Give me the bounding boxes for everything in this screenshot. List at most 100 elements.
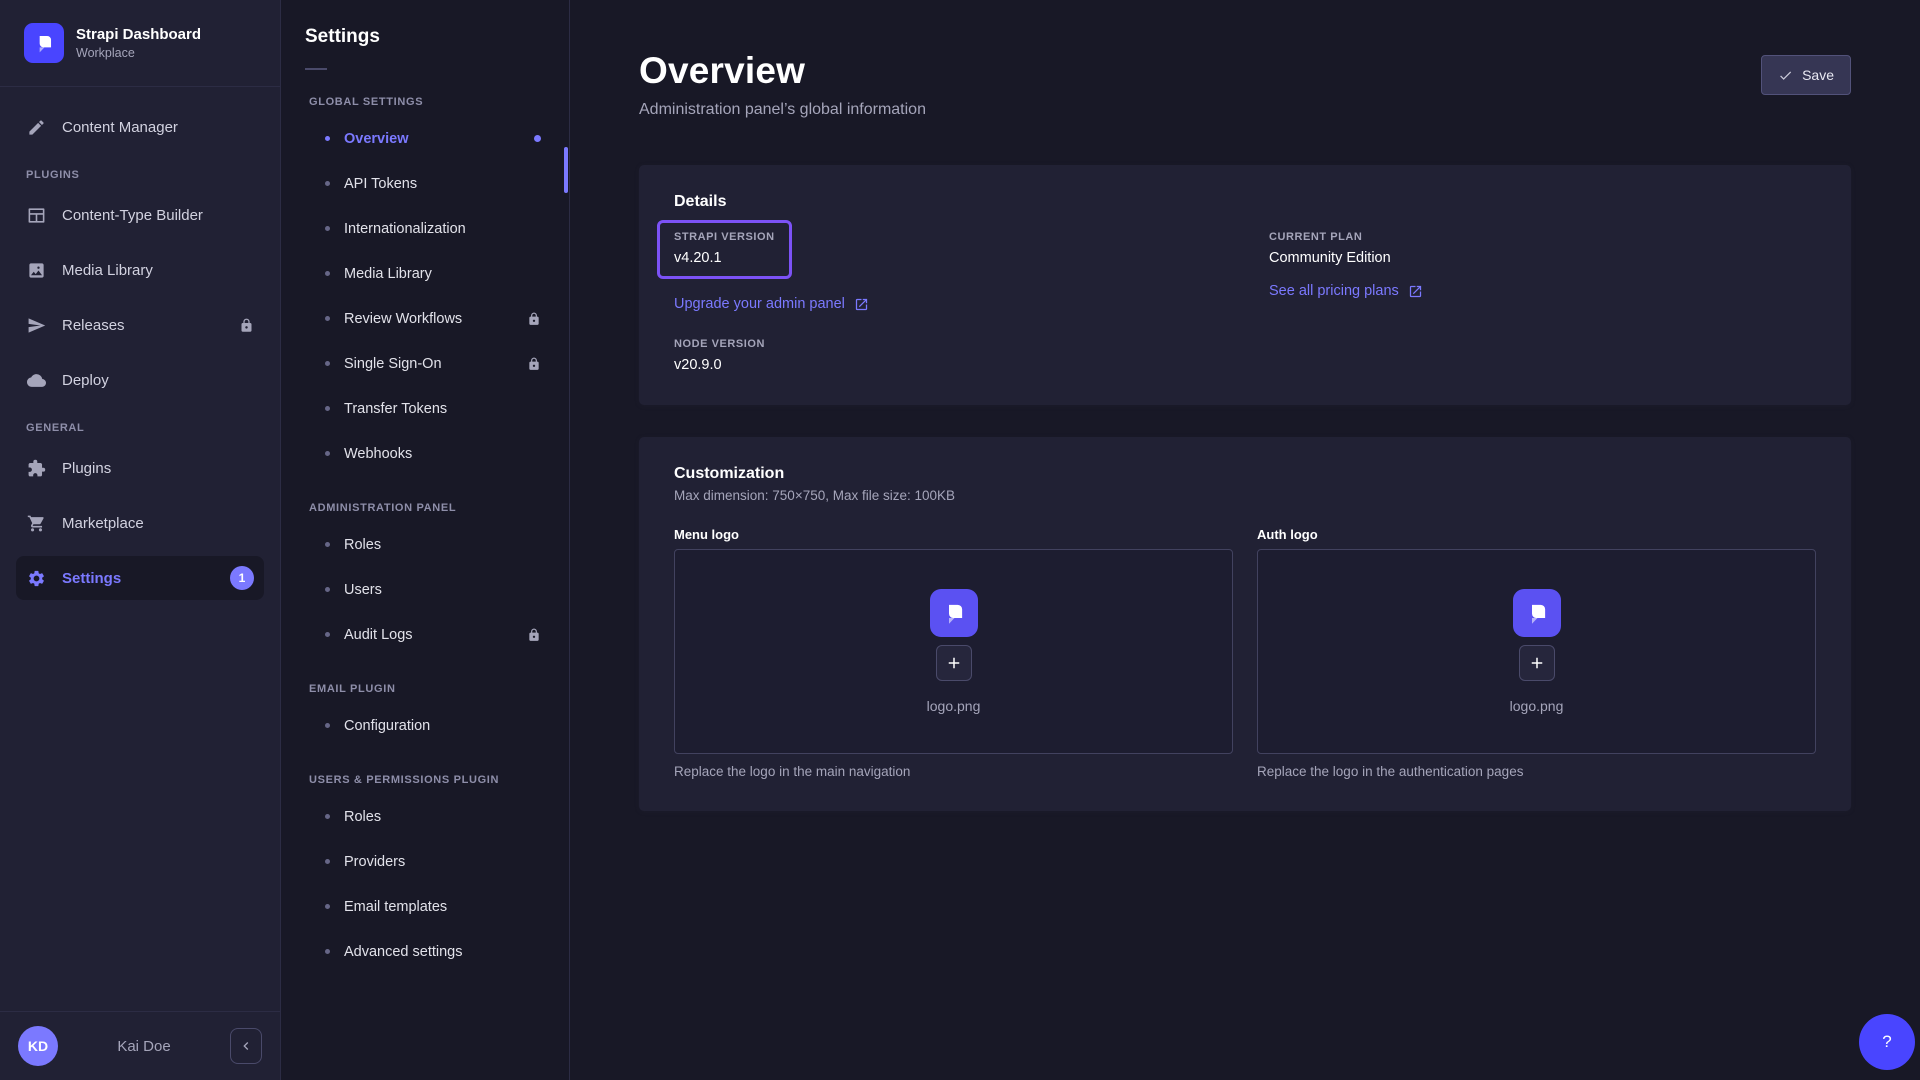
page-header-text: Overview Administration panel’s global i… (639, 50, 926, 119)
auth-logo-dropzone[interactable]: logo.png (1257, 549, 1816, 754)
sidebar-item-deploy[interactable]: Deploy (16, 358, 264, 402)
help-button[interactable]: ? (1859, 1014, 1915, 1070)
subnav-item-advanced-settings[interactable]: Advanced settings (305, 929, 549, 974)
subnav-divider (305, 68, 327, 70)
subnav-item-providers[interactable]: Providers (305, 839, 549, 884)
bullet-icon (325, 949, 330, 954)
user-name: Kai Doe (68, 1038, 220, 1055)
subnav-item-label: Users (344, 582, 382, 598)
lock-icon (527, 357, 541, 371)
plus-icon (1528, 654, 1546, 672)
menu-logo-dropzone[interactable]: logo.png (674, 549, 1233, 754)
subnav-item-email-templates[interactable]: Email templates (305, 884, 549, 929)
subnav-item-label: Roles (344, 809, 381, 825)
gear-icon (26, 568, 46, 588)
details-grid: STRAPI VERSION v4.20.1 Upgrade your admi… (674, 231, 1816, 373)
pricing-plans-link[interactable]: See all pricing plans (1269, 283, 1423, 299)
sidebar-item-releases[interactable]: Releases (16, 303, 264, 347)
auth-logo-label: Auth logo (1257, 527, 1816, 542)
lock-icon (239, 318, 254, 333)
subnav-item-label: Internationalization (344, 221, 466, 237)
subnav-item-configuration[interactable]: Configuration (305, 703, 549, 748)
sidebar-item-media-library[interactable]: Media Library (16, 248, 264, 292)
details-left-column: STRAPI VERSION v4.20.1 Upgrade your admi… (674, 231, 1221, 373)
subnav-item-overview[interactable]: Overview (305, 116, 549, 161)
page-title: Overview (639, 50, 926, 92)
subnav-item-users[interactable]: Users (305, 567, 549, 612)
subnav-item-label: Providers (344, 854, 405, 870)
sidebar-item-marketplace[interactable]: Marketplace (16, 501, 264, 545)
brand-title: Strapi Dashboard (76, 25, 201, 45)
logo-fields-row: Menu logo logo.png Replace the logo in t… (674, 527, 1816, 779)
bullet-icon (325, 181, 330, 186)
sidebar-item-settings[interactable]: Settings 1 (16, 556, 264, 600)
subnav-item-label: Email templates (344, 899, 447, 915)
subnav-item-internationalization[interactable]: Internationalization (305, 206, 549, 251)
sidebar-nav-list: Content Manager PLUGINS Content-Type Bui… (0, 87, 280, 1011)
node-version-label: NODE VERSION (674, 338, 765, 350)
menu-logo-filename: logo.png (927, 698, 981, 714)
sidebar-item-content-manager[interactable]: Content Manager (16, 105, 264, 149)
subnav-item-label: Configuration (344, 718, 430, 734)
subnav-item-up-roles[interactable]: Roles (305, 794, 549, 839)
subnav-item-label: Webhooks (344, 446, 412, 462)
subnav-item-label: Audit Logs (344, 627, 413, 643)
layout-icon (26, 205, 46, 225)
auth-logo-caption: Replace the logo in the authentication p… (1257, 764, 1816, 779)
sidebar-item-label: Plugins (62, 460, 111, 477)
customization-heading: Customization (674, 465, 1816, 483)
sidebar-item-label: Content Manager (62, 119, 178, 136)
customization-subheading: Max dimension: 750×750, Max file size: 1… (674, 488, 1816, 503)
bullet-icon (325, 406, 330, 411)
upgrade-admin-panel-link[interactable]: Upgrade your admin panel (674, 296, 869, 312)
menu-logo-add-button[interactable] (936, 645, 972, 681)
workspace-brand[interactable]: Strapi Dashboard Workplace (0, 0, 280, 87)
avatar[interactable]: KD (18, 1026, 58, 1066)
sidebar-item-content-type-builder[interactable]: Content-Type Builder (16, 193, 264, 237)
check-icon (1778, 68, 1793, 83)
auth-logo-preview-icon (1513, 589, 1561, 637)
subnav-title: Settings (305, 26, 549, 48)
bullet-icon (325, 542, 330, 547)
subnav-item-media-library[interactable]: Media Library (305, 251, 549, 296)
bullet-icon (325, 361, 330, 366)
bullet-icon (325, 316, 330, 321)
lock-icon (527, 312, 541, 326)
strapi-version-highlight: STRAPI VERSION v4.20.1 (657, 220, 792, 279)
sidebar-item-label: Releases (62, 317, 125, 334)
subnav-item-transfer-tokens[interactable]: Transfer Tokens (305, 386, 549, 431)
subnav-scrollbar-thumb[interactable] (564, 147, 568, 193)
subnav-item-webhooks[interactable]: Webhooks (305, 431, 549, 476)
cloud-icon (26, 370, 46, 390)
subnav-item-single-sign-on[interactable]: Single Sign-On (305, 341, 549, 386)
lock-icon (527, 628, 541, 642)
sidebar-item-plugins[interactable]: Plugins (16, 446, 264, 490)
auth-logo-field: Auth logo logo.png Replace the logo in t… (1257, 527, 1816, 779)
strapi-version-label: STRAPI VERSION (674, 231, 775, 243)
subnav-item-admin-roles[interactable]: Roles (305, 522, 549, 567)
app-window: Strapi Dashboard Workplace Content Manag… (0, 0, 1920, 1080)
brand-text: Strapi Dashboard Workplace (76, 25, 201, 61)
node-version-field: NODE VERSION v20.9.0 (674, 338, 765, 373)
save-button-label: Save (1802, 67, 1834, 83)
auth-logo-add-button[interactable] (1519, 645, 1555, 681)
bullet-icon (325, 271, 330, 276)
subnav-item-audit-logs[interactable]: Audit Logs (305, 612, 549, 657)
customization-card: Customization Max dimension: 750×750, Ma… (639, 437, 1851, 811)
cart-icon (26, 513, 46, 533)
bullet-icon (325, 723, 330, 728)
subnav-item-label: Roles (344, 537, 381, 553)
subnav-item-label: Transfer Tokens (344, 401, 447, 417)
sidebar-item-label: Media Library (62, 262, 153, 279)
subnav-section-email-plugin: EMAIL PLUGIN (309, 683, 549, 695)
bullet-icon (325, 814, 330, 819)
settings-notification-badge: 1 (230, 566, 254, 590)
subnav-item-review-workflows[interactable]: Review Workflows (305, 296, 549, 341)
menu-logo-caption: Replace the logo in the main navigation (674, 764, 1233, 779)
subnav-item-api-tokens[interactable]: API Tokens (305, 161, 549, 206)
auth-logo-filename: logo.png (1510, 698, 1564, 714)
save-button[interactable]: Save (1761, 55, 1851, 95)
puzzle-icon (26, 458, 46, 478)
menu-logo-field: Menu logo logo.png Replace the logo in t… (674, 527, 1233, 779)
collapse-sidebar-button[interactable] (230, 1028, 262, 1064)
